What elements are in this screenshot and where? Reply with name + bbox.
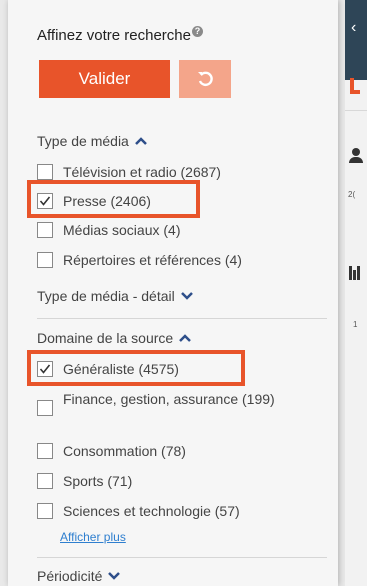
media-type-heading-text: Type de média [37,133,129,149]
source-domain-heading[interactable]: Domaine de la source [37,330,192,346]
person-icon [349,148,363,163]
media-type-detail-heading[interactable]: Type de média - détail [37,288,194,304]
strip-text: 1 [353,320,358,329]
reset-button[interactable] [179,60,231,98]
option-label: Répertoires et références (4) [63,252,242,268]
chevron-up-icon [179,334,192,342]
bar-chart-icon [349,262,361,280]
highlight-box-presse [27,180,200,218]
show-more-link[interactable]: Afficher plus [60,530,126,544]
domain-option-consommation[interactable]: Consommation (78) [37,442,332,461]
filter-panel: Affinez votre recherche? Valider Type de… [8,0,338,586]
domain-option-finance[interactable]: Finance, gestion, assurance (199) [37,390,307,416]
chevron-down-icon [180,292,193,300]
chevron-up-icon [134,137,147,145]
divider [37,318,327,319]
help-icon[interactable]: ? [191,26,203,37]
domain-option-sports[interactable]: Sports (71) [37,472,332,491]
orange-bracket-icon [350,78,360,94]
periodicity-heading-text: Périodicité [37,568,103,584]
filter-title-text: Affinez votre recherche [37,27,191,44]
option-label: Sports (71) [63,473,133,489]
undo-icon [198,71,213,87]
media-type-detail-heading-text: Type de média - détail [37,288,175,304]
periodicity-heading[interactable]: Périodicité [37,568,121,584]
option-label: Consommation (78) [63,443,186,459]
checkbox[interactable] [37,503,53,519]
checkbox[interactable] [37,400,53,416]
chevron-down-icon [108,572,121,580]
media-option-directories[interactable]: Répertoires et références (4) [37,251,332,270]
checkbox[interactable] [37,443,53,459]
media-option-social[interactable]: Médias sociaux (4) [37,221,332,240]
checkbox[interactable] [37,473,53,489]
option-label: Sciences et technologie (57) [63,503,240,519]
results-header: ‹ [345,0,367,80]
validate-button[interactable]: Valider [39,60,170,98]
filter-title: Affinez votre recherche? [37,26,203,44]
checkbox[interactable] [37,222,53,238]
strip-text: 2( [348,190,356,199]
source-domain-heading-text: Domaine de la source [37,330,174,346]
back-arrow-icon[interactable]: ‹ [351,20,356,36]
highlight-box-generaliste [27,350,245,386]
divider [345,110,367,111]
option-label: Médias sociaux (4) [63,222,181,238]
checkbox[interactable] [37,164,53,180]
domain-option-sciences[interactable]: Sciences et technologie (57) [37,502,332,521]
checkbox[interactable] [37,252,53,268]
divider [37,557,327,558]
media-type-heading[interactable]: Type de média [37,133,148,149]
option-label: Finance, gestion, assurance (199) [63,391,275,407]
results-panel-edge: ‹ 2( 1 [345,0,367,586]
